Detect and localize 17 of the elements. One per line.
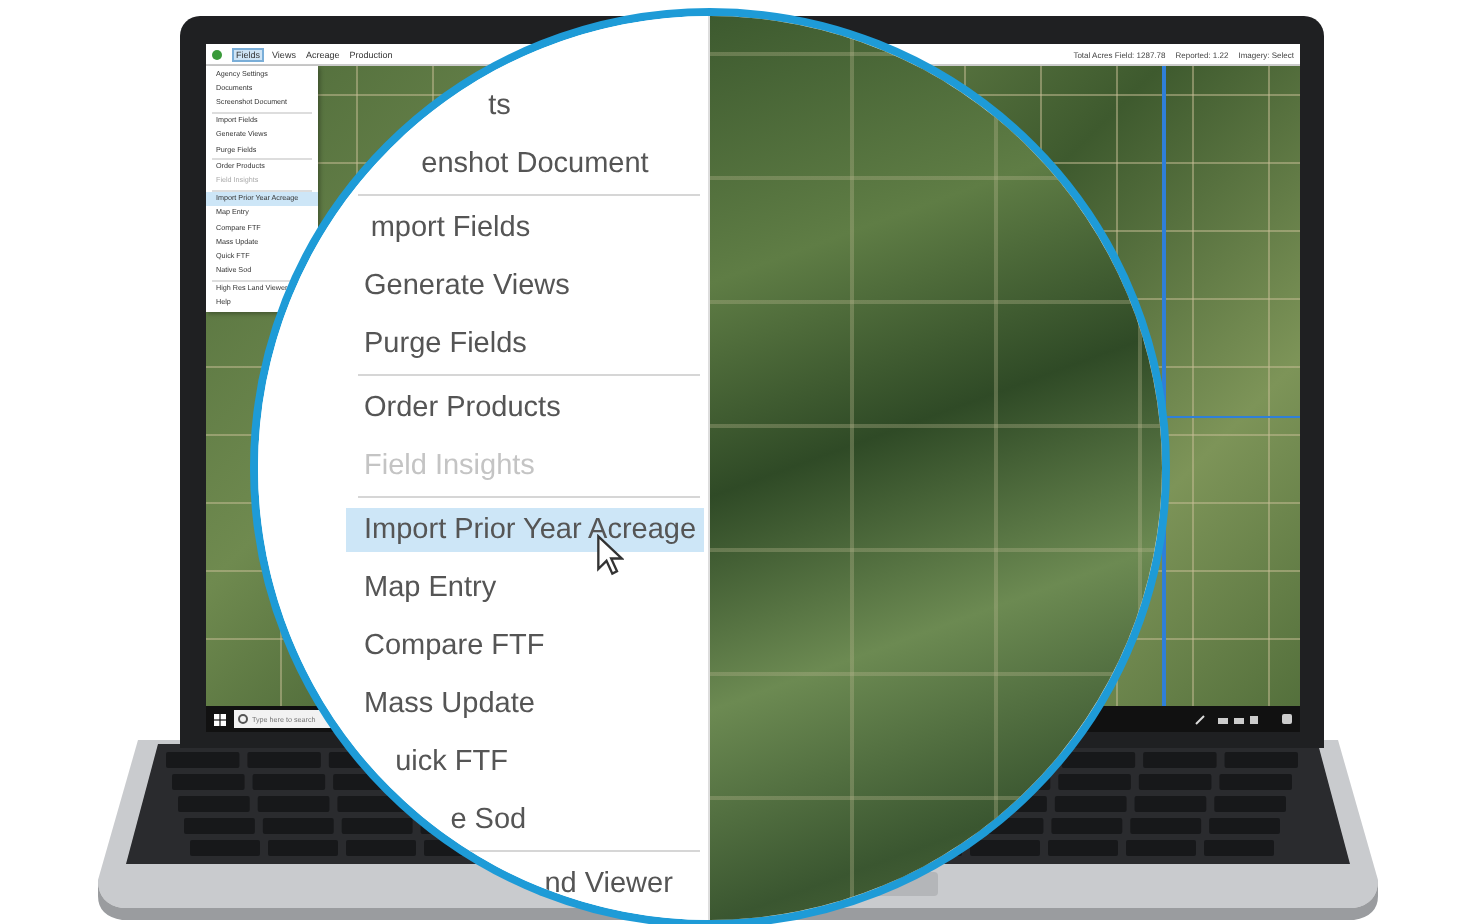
menu-item[interactable]: Purge Fields [358, 321, 533, 365]
windows-start-icon[interactable] [214, 713, 226, 725]
menu-item[interactable]: Mass Update [358, 681, 541, 725]
menu-item[interactable]: Map Entry [358, 565, 503, 609]
app-logo-icon [212, 49, 222, 59]
menu-item[interactable]: Import Prior Year Acreage [346, 507, 705, 551]
menu-item[interactable]: nd Viewer [538, 861, 679, 905]
menu-item[interactable]: uick FTF [389, 739, 514, 783]
menu-item[interactable]: e Sod [444, 797, 533, 841]
menu-item[interactable]: Generate Views [358, 263, 576, 307]
menu-item[interactable]: Order Products [358, 385, 567, 429]
menu-item[interactable]: ts [482, 83, 517, 127]
menu-item[interactable]: enshot Document [415, 141, 655, 185]
menu-item[interactable]: Compare FTF [358, 623, 551, 667]
menu-item[interactable]: mport Fields [364, 205, 537, 249]
search-icon [238, 714, 248, 724]
notification-icon[interactable] [1282, 714, 1292, 724]
